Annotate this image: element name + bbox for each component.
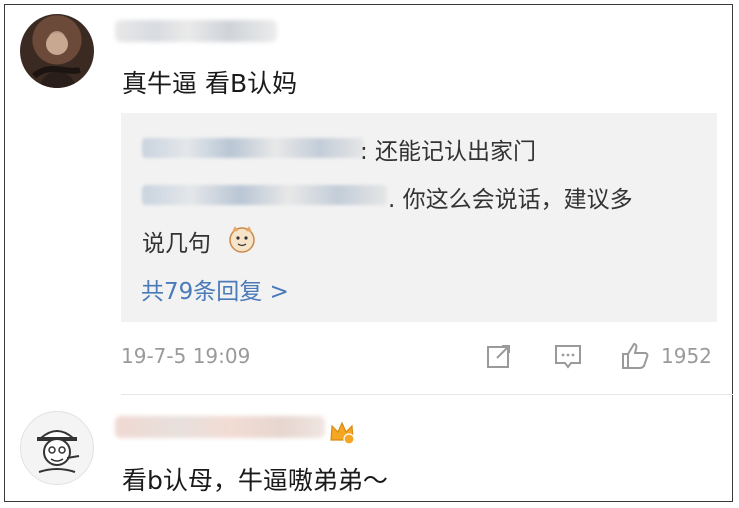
reply-text: 说几句 [142,231,211,257]
comment-icon[interactable] [552,340,584,372]
avatar[interactable] [20,411,94,485]
cat-emoji-icon [229,226,255,253]
divider [121,394,733,395]
comment-text: 看b认母，牛逼嗷弟弟～ [122,466,388,495]
avatar-cartoon [37,430,80,473]
username-redacted[interactable] [115,20,277,42]
reply-text: : 还能记认出家门 [360,139,537,165]
share-icon[interactable] [483,340,515,372]
more-replies-link[interactable]: 共79条回复 > [141,272,289,306]
like-count: 1952 [661,344,712,368]
reply-username-redacted[interactable] [142,138,364,158]
timestamp: 19-7-5 19:09 [121,344,251,368]
avatar[interactable] [20,14,94,88]
reply-username-redacted[interactable] [142,185,387,205]
avatar-photo [32,33,81,88]
crown-badge-icon [330,421,355,445]
username-redacted[interactable] [115,416,325,438]
like-icon[interactable] [619,340,651,372]
comment-text: 真牛逼 看B认妈 [122,69,298,98]
reply-text: . 你这么会说话，建议多 [388,187,633,213]
